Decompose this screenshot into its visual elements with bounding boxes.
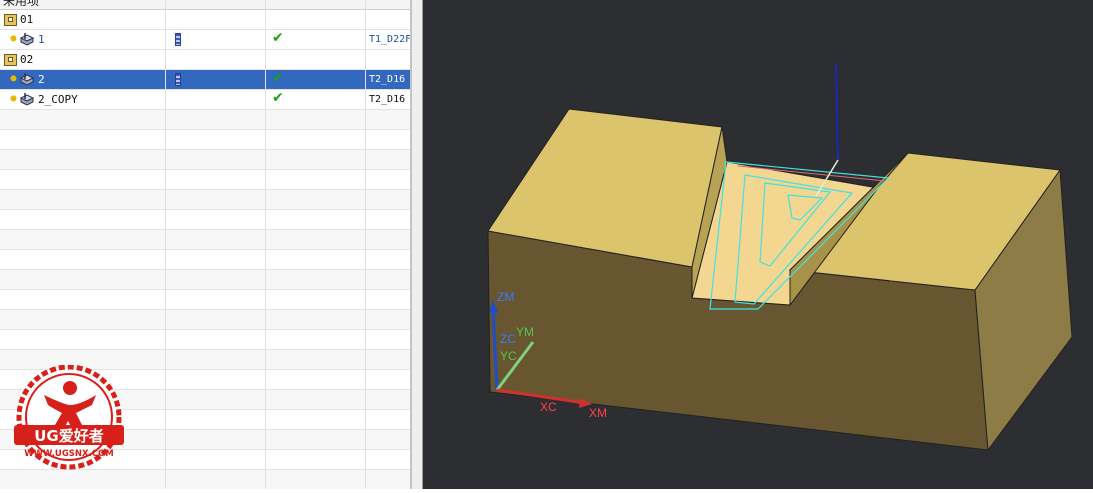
empty-row bbox=[0, 230, 410, 250]
cavity-mill-operation-icon bbox=[19, 93, 35, 106]
ym-axis-label: YM bbox=[516, 325, 534, 339]
tree-row-program-01[interactable]: 01 bbox=[0, 10, 410, 30]
zm-axis-label: ZM bbox=[497, 290, 514, 304]
lightbulb-icon: ⚫ bbox=[8, 92, 19, 107]
empty-row bbox=[0, 250, 410, 270]
checkmark-icon: ✔ bbox=[272, 90, 284, 106]
logo-text: UG爱好者 bbox=[34, 427, 104, 445]
empty-row bbox=[0, 190, 410, 210]
checkmark-icon: ✔ bbox=[272, 30, 284, 46]
tree-row-program-02[interactable]: 02 bbox=[0, 50, 410, 70]
program-group-icon bbox=[4, 54, 17, 66]
tool-name: T2_D16 bbox=[369, 94, 406, 105]
row-name: 02 bbox=[20, 53, 34, 66]
logo-url: WWW.UGSNX.COM bbox=[24, 449, 113, 459]
empty-row bbox=[0, 330, 410, 350]
empty-row bbox=[0, 210, 410, 230]
row-name: 2_COPY bbox=[38, 93, 78, 106]
empty-row bbox=[0, 270, 410, 290]
empty-row bbox=[0, 130, 410, 150]
graphics-viewport[interactable]: ZM ZC YM YC XC XM bbox=[423, 0, 1093, 489]
navigator-group-header: 未用项 bbox=[0, 0, 410, 10]
xm-axis-label: XM bbox=[589, 406, 607, 420]
tool-axis-vector bbox=[835, 62, 839, 161]
tree-row-operation-1[interactable]: ⚫ 1 ✔ T1_D22F bbox=[0, 30, 410, 50]
row-name: 1 bbox=[38, 33, 45, 46]
cavity-mill-operation-icon bbox=[19, 33, 35, 46]
toolpath-generated-icon bbox=[175, 73, 181, 86]
tree-row-operation-2-copy[interactable]: ⚫ 2_COPY ✔ T2_D16 bbox=[0, 90, 410, 110]
xc-axis-label: XC bbox=[540, 400, 557, 414]
zc-axis-label: ZC bbox=[500, 332, 516, 346]
pane-splitter[interactable] bbox=[411, 0, 423, 489]
tool-name: T1_D22F bbox=[369, 34, 411, 45]
empty-row bbox=[0, 110, 410, 130]
row-name: 2 bbox=[38, 73, 45, 86]
lightbulb-icon: ⚫ bbox=[8, 72, 19, 87]
ug-logo: UG爱好者 WWW.UGSNX.COM bbox=[14, 365, 124, 470]
toolpath-generated-icon bbox=[175, 33, 181, 46]
lightbulb-icon: ⚫ bbox=[8, 32, 19, 47]
empty-row bbox=[0, 310, 410, 330]
yc-axis-label: YC bbox=[500, 349, 517, 363]
cavity-mill-operation-icon bbox=[19, 73, 35, 86]
part-model-view: ZM ZC YM YC XC XM bbox=[487, 62, 1073, 452]
operation-navigator: 未用项 01 ⚫ 1 ✔ T1_D22F 02 ⚫ 2 ✔ T2_D16 ⚫ 2… bbox=[0, 0, 411, 489]
empty-row bbox=[0, 150, 410, 170]
tool-name: T2_D16 bbox=[369, 74, 406, 85]
empty-row bbox=[0, 170, 410, 190]
row-name: 01 bbox=[20, 13, 34, 26]
tree-row-operation-2[interactable]: ⚫ 2 ✔ T2_D16 bbox=[0, 70, 410, 90]
empty-row bbox=[0, 290, 410, 310]
checkmark-icon: ✔ bbox=[272, 70, 284, 86]
program-group-icon bbox=[4, 14, 17, 26]
